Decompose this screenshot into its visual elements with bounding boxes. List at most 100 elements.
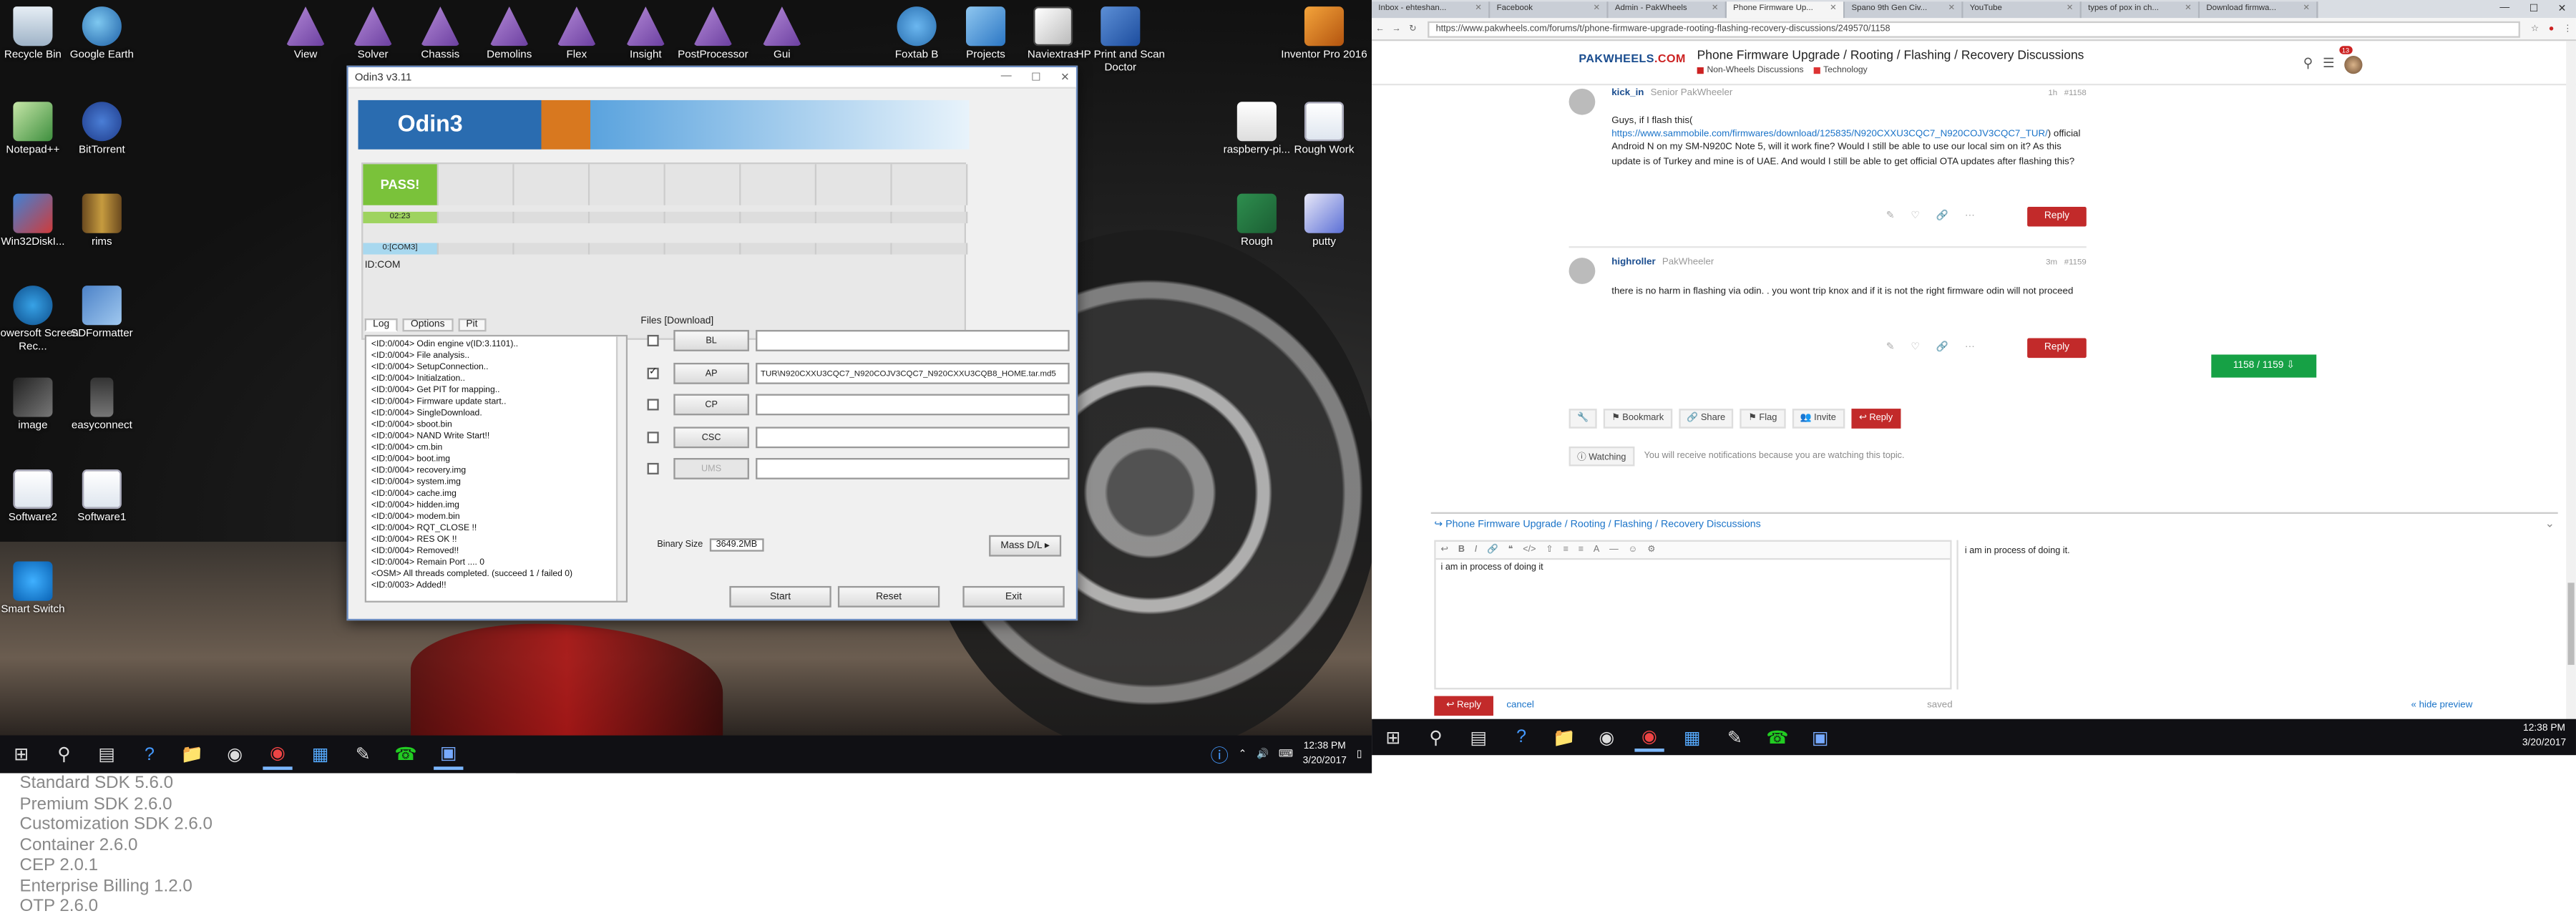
topic-title[interactable]: Phone Firmware Upgrade / Rooting / Flash… [1697, 48, 2084, 63]
close-tab-icon[interactable]: ✕ [2185, 4, 2192, 14]
link-icon[interactable]: 🔗 [1936, 341, 1948, 353]
desktop-icon-software1[interactable]: Software1 [56, 469, 148, 525]
link-icon[interactable]: 🔗 [1487, 545, 1498, 555]
scrollbar-thumb[interactable] [2567, 583, 2575, 666]
chrome-icon[interactable]: ◉ [263, 739, 293, 769]
flag-button[interactable]: ⚑ Flag [1740, 409, 1785, 429]
desktop-icon-bittorrent[interactable]: BitTorrent [56, 102, 148, 157]
browser-tab[interactable]: Spano 9th Gen Civ... ✕ [1845, 1, 1963, 19]
back-icon[interactable]: ← [1372, 24, 1388, 34]
hp-icon[interactable]: ◉ [1592, 722, 1621, 751]
odin-taskbar-icon[interactable]: ▣ [434, 739, 464, 769]
composer-collapse-icon[interactable]: ⌄ [2545, 517, 2555, 530]
tab-log[interactable]: Log [364, 318, 398, 332]
share-button[interactable]: 🔗 Share [1678, 409, 1734, 429]
close-tab-icon[interactable]: ✕ [1475, 4, 1482, 14]
close-tab-icon[interactable]: ✕ [1948, 4, 1955, 14]
left-clock[interactable]: 12:38 PM 3/20/2017 [1303, 739, 1347, 769]
mass-dl-button[interactable]: Mass D/L ▸ [989, 535, 1062, 557]
notifications-icon[interactable]: ▯ [1357, 749, 1362, 760]
file-path-field[interactable] [756, 457, 1070, 479]
edit-icon[interactable]: ✎ [1886, 210, 1895, 222]
desktop-icon-rims[interactable]: rims [56, 193, 148, 249]
bookmark-star-icon[interactable]: ☆ [2527, 24, 2543, 34]
reset-button[interactable]: Reset [837, 585, 940, 608]
start-button[interactable]: Start [729, 585, 831, 608]
odin-titlebar[interactable]: Odin3 v3.11 — ☐ ✕ [348, 67, 1076, 89]
desktop-icon-easyconnect[interactable]: easyconnect [56, 377, 148, 433]
whatsapp-icon[interactable]: ☎ [391, 739, 420, 769]
timeline-progress[interactable]: 1158 / 1159 ⇩ [2211, 354, 2317, 378]
browser-tab[interactable]: Inbox - ehteshan... ✕ [1372, 1, 1491, 19]
windows-start-icon[interactable]: ⊞ [1378, 722, 1407, 751]
like-icon[interactable]: ♡ [1911, 210, 1919, 222]
close-tab-icon[interactable]: ✕ [2067, 4, 2074, 14]
url-input[interactable]: https://www.pakwheels.com/forums/t/phone… [1428, 20, 2520, 37]
close-tab-icon[interactable]: ✕ [2303, 4, 2310, 14]
like-icon[interactable]: ♡ [1911, 341, 1919, 353]
exit-button[interactable]: Exit [962, 585, 1065, 608]
forward-icon[interactable]: → [1388, 24, 1405, 34]
composer-title[interactable]: ↪ Phone Firmware Upgrade / Rooting / Fla… [1434, 519, 1760, 530]
maximize-icon[interactable]: ☐ [2529, 4, 2538, 15]
file-button-ums[interactable]: UMS [673, 457, 749, 479]
desktop-icon-sdformatter[interactable]: SDFormatter [56, 286, 148, 341]
browser-tab[interactable]: Facebook ✕ [1490, 1, 1609, 19]
notes-icon[interactable]: ✎ [1720, 722, 1750, 751]
desktop-icon-putty[interactable]: putty [1278, 193, 1370, 249]
file-path-field[interactable]: TUR\N920CXXU3CQC7_N920COJV3CQC7_N920CXXU… [756, 361, 1070, 384]
minimize-icon[interactable]: — [1001, 71, 1012, 84]
post-username[interactable]: highroller PakWheeler [1611, 258, 1714, 268]
search-icon[interactable]: ⚲ [2303, 56, 2313, 74]
app-icon[interactable]: ▦ [306, 739, 335, 769]
numbered-list-icon[interactable]: ≡ [1579, 545, 1584, 555]
volume-icon[interactable]: 🔊 [1257, 749, 1269, 760]
browser-tab[interactable]: Admin - PakWheels ✕ [1608, 1, 1727, 19]
desktop-icon-gui[interactable]: Gui [736, 6, 829, 62]
post-number[interactable]: #1158 [2064, 89, 2087, 99]
pakwheels-logo[interactable]: PAKWHEELS.COM [1579, 54, 1685, 66]
file-button-csc[interactable]: CSC [673, 426, 749, 448]
close-icon[interactable]: ✕ [1060, 71, 1070, 84]
close-icon[interactable]: ✕ [2558, 4, 2567, 15]
maximize-icon[interactable]: ☐ [1031, 71, 1040, 84]
watching-button[interactable]: ⓘ Watching [1568, 446, 1634, 467]
options-gear-icon[interactable]: ⚙ [1647, 545, 1655, 555]
avatar[interactable] [1568, 88, 1596, 115]
blockquote-icon[interactable]: ❝ [1508, 545, 1513, 555]
file-path-field[interactable] [756, 330, 1070, 351]
windows-start-icon[interactable]: ⊞ [6, 739, 36, 769]
help-icon[interactable]: ? [135, 739, 164, 769]
user-avatar[interactable] [2344, 55, 2363, 74]
invite-button[interactable]: 👥 Invite [1792, 409, 1845, 429]
hide-preview-link[interactable]: « hide preview [2411, 701, 2472, 711]
quote-icon[interactable]: ↩ [1441, 545, 1449, 555]
file-button-ap[interactable]: AP [673, 361, 749, 384]
file-explorer-icon[interactable]: 📁 [177, 739, 207, 769]
desktop-icon-hp-doctor[interactable]: HP Print and Scan Doctor [1075, 6, 1167, 74]
wrench-icon[interactable]: 🔧 [1568, 409, 1597, 429]
extension-icon[interactable]: ● [2543, 24, 2560, 34]
browser-tab[interactable]: Phone Firmware Up... ✕ [1726, 1, 1845, 19]
page-scrollbar[interactable] [2566, 41, 2576, 731]
help-tray-icon[interactable]: ⓘ [1211, 741, 1229, 768]
category-non-wheels[interactable]: Non-Wheels Discussions [1697, 66, 1803, 76]
menu-icon[interactable]: ⋮ [2560, 24, 2576, 34]
help-icon[interactable]: ? [1506, 722, 1536, 751]
tab-options[interactable]: Options [402, 318, 453, 332]
bullet-list-icon[interactable]: ≡ [1563, 545, 1568, 555]
desktop-icon-rough-work[interactable]: Rough Work [1278, 102, 1370, 157]
task-view-icon[interactable]: ▤ [1464, 722, 1493, 751]
tab-pit[interactable]: Pit [457, 318, 486, 332]
task-view-icon[interactable]: ▤ [92, 739, 122, 769]
whatsapp-icon[interactable]: ☎ [1763, 722, 1792, 751]
composer-textarea[interactable]: i am in process of doing it [1436, 560, 1951, 576]
reload-icon[interactable]: ↻ [1405, 24, 1421, 34]
hr-icon[interactable]: — [1609, 545, 1619, 555]
keyboard-icon[interactable]: ⌨ [1279, 749, 1293, 760]
file-button-bl[interactable]: BL [673, 330, 749, 351]
file-checkbox[interactable]: ✓ [647, 366, 659, 379]
right-clock[interactable]: 12:38 PM 3/20/2017 [2522, 722, 2566, 751]
reply-button[interactable]: Reply [2027, 338, 2087, 359]
emoji-icon[interactable]: ☺ [1629, 545, 1638, 555]
